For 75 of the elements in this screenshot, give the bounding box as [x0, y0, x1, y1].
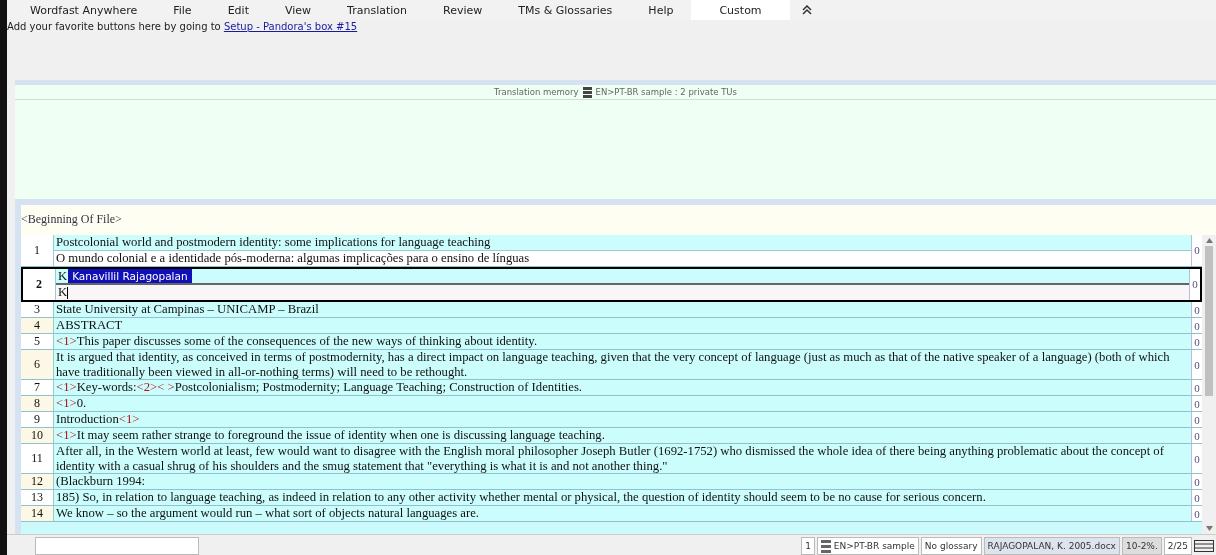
scrollbar-thumb[interactable] — [1205, 246, 1213, 396]
chevrons-up-icon[interactable] — [801, 5, 812, 15]
menu-tab[interactable]: Custom — [691, 0, 790, 20]
segment-number: 6 — [21, 350, 54, 379]
beginning-of-file-marker: <Beginning Of File> — [21, 212, 122, 226]
menu-tab[interactable]: Translation — [329, 0, 425, 20]
segment-number: 13 — [21, 490, 54, 505]
segment-row[interactable]: 4 ABSTRACT 0 — [21, 318, 1202, 334]
segment-row[interactable]: 14 We know – so the argument would run – what sort of objects natural languages are. 0 — [21, 506, 1202, 522]
segment-row[interactable]: 12 (Blackburn 1994: 0 — [21, 474, 1202, 490]
match-count: 0 — [1189, 268, 1200, 300]
segment-indicator: 1 — [801, 537, 815, 555]
segment-row[interactable]: 13 185) So, in relation to language teaching, as indeed in relation to any other activity whether mental or physical, the question of identity should seem to be no cause for serious concern. 0 — [21, 490, 1202, 506]
autocomplete-suggestion[interactable]: Kanavillil Rajagopalan — [68, 268, 192, 283]
source-text: Introduction<1> — [54, 412, 1191, 427]
segment-number: 11 — [21, 444, 54, 473]
progress-status: 10-2%. — [1121, 537, 1162, 555]
source-text: Postcolonial world and postmodern identity: some implications for language teaching — [54, 235, 1191, 250]
segment-row[interactable]: 5 <1>This paper discusses some of the consequences of the new ways of thinking about identity. 0 — [21, 334, 1202, 350]
segment-number: 12 — [21, 474, 54, 489]
source-text: It is argued that identity, as conceived in terms of postmodernity, has a direct impact on language teaching, given that the very concept of language (just as much as that of the native speaker of a language) (both of which have traditionally been viewed in all-or-nothing terms) will need to be rethought. — [54, 350, 1191, 379]
tm-label: Translation memory — [494, 87, 579, 97]
source-text: <1>This paper discusses some of the consequences of the new ways of thinking about identity. — [54, 334, 1191, 349]
menu-tab[interactable]: Help — [630, 0, 692, 20]
layout-icon[interactable] — [1194, 540, 1214, 552]
tm-status-label: EN>PT-BR sample — [833, 541, 915, 551]
glossary-status[interactable]: No glossary — [920, 537, 982, 555]
menu-tab[interactable]: View — [266, 0, 330, 20]
scroll-down-icon[interactable] — [1205, 526, 1213, 531]
segment-number: 1 — [21, 235, 54, 266]
source-text: State University at Campinas – UNICAMP – Brazil — [54, 302, 1191, 317]
source-text: <1>It may seem rather strange to foreground the issue of identity when one is discussing language teaching. — [54, 428, 1191, 443]
segment-number: 9 — [21, 412, 54, 427]
tm-name: EN>PT-BR sample : 2 private TUs — [595, 87, 737, 97]
segment-row[interactable]: 8 <1>0. 0 — [21, 396, 1202, 412]
menu-tab[interactable]: Wordfast Anywhere — [15, 0, 156, 20]
segment-number: 3 — [21, 302, 54, 317]
segment-number: 10 — [21, 428, 54, 443]
source-text: After all, in the Western world at least, few would want to disagree with the English moral philosopher Joseph Butler (1692-1752) who dismissed the whole idea of there being anything problematic about the concept of identity with a casual shrug of his shoulders and the smug statement that "everything is what it is and not another thing." — [54, 444, 1191, 473]
source-text: <1>0. — [54, 396, 1191, 411]
source-text: (Blackburn 1994: — [54, 474, 1191, 489]
file-status[interactable]: RAJAGOPALAN, K. 2005.docx — [983, 537, 1120, 555]
segment-number: 4 — [21, 318, 54, 333]
menu-tab[interactable]: File — [155, 0, 210, 20]
status-input-field[interactable] — [35, 537, 200, 555]
source-text: <1>Key-words:<2>< >Postcolonialism; Postmodernity; Language Teaching; Construction of Identities. — [54, 380, 1191, 395]
menu-tab[interactable]: Review — [425, 0, 501, 20]
menu-tab[interactable]: Edit — [209, 0, 267, 20]
segment-row[interactable]: 10 <1>It may seem rather strange to foreground the issue of identity when one is discussing language teaching. 0 — [21, 428, 1202, 444]
hint-text: Add your favorite buttons here by going to Setup - Pandora's box #15 — [7, 20, 359, 32]
position-status: 2/25 — [1163, 537, 1192, 555]
source-text: 185) So, in relation to language teaching, as indeed in relation to any other activity whether mental or physical, the question of identity should seem to be no cause for serious concern. — [54, 490, 1191, 505]
source-text: ABSTRACT — [54, 318, 1191, 333]
menu-tab[interactable]: TMs & Glossaries — [500, 0, 631, 20]
segment-number: 7 — [21, 380, 54, 395]
tm-status[interactable]: EN>PT-BR sample — [816, 537, 919, 555]
database-icon — [820, 539, 831, 553]
source-text: We know – so the argument would run – what sort of objects natural languages are. — [54, 506, 1191, 521]
target-text[interactable]: K — [56, 283, 1189, 300]
database-icon — [582, 86, 592, 98]
match-count: 0 — [1191, 444, 1202, 473]
source-text: K Kanavillil Rajagopalan — [56, 268, 1189, 283]
setup-link[interactable]: Setup - Pandora's box #15 — [223, 21, 358, 32]
segment-row[interactable]: 7 <1>Key-words:<2>< >Postcolonialism; Postmodernity; Language Teaching; Construction of Identities. 0 — [21, 380, 1202, 396]
segment-row[interactable]: 3 State University at Campinas – UNICAMP – Brazil 0 — [21, 302, 1202, 318]
segment-row[interactable]: 9 Introduction<1> 0 — [21, 412, 1202, 428]
segment-row[interactable]: 2 K Kanavillil Rajagopalan K 0 — [21, 266, 1202, 302]
segment-number: 5 — [21, 334, 54, 349]
match-count: 0 — [1191, 235, 1202, 266]
segment-number: 14 — [21, 506, 54, 521]
match-count: 0 — [1191, 350, 1202, 379]
scroll-up-icon[interactable] — [1205, 238, 1213, 243]
segment-number: 2 — [23, 268, 56, 300]
segment-number: 8 — [21, 396, 54, 411]
segment-row[interactable]: 1 Postcolonial world and postmodern identity: some implications for language teaching O mundo colonial e a identidade pós-moderna: algumas implicações para o ensino de línguas 0 — [21, 235, 1202, 267]
